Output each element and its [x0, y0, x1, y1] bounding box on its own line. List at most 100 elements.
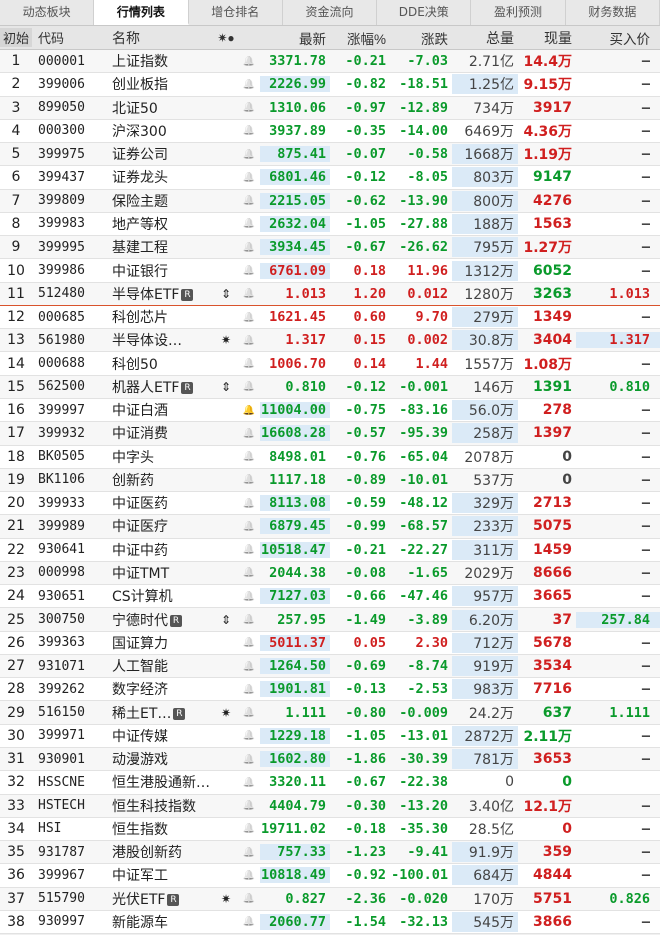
table-row[interactable]: 4 000300 沪深300 🔔 3937.89 -0.35 -14.00 6469万 4.36… [0, 119, 660, 144]
table-row[interactable]: 19 BK1106 创新药 🔔 1117.18 -0.89 -10.01 537万 0 — [0, 468, 660, 493]
table-row[interactable]: 2 399006 创业板指 🔔 2226.99 -0.82 -18.51 1.25亿 9.15万… [0, 73, 660, 97]
table-row[interactable]: 32 HSSCNE 恒生港股通新… 🔔 3320.11 -0.67 -22.38 0 0 [0, 771, 660, 795]
bell-icon[interactable]: 🔔 [238, 474, 260, 485]
header-name[interactable]: 名称 [110, 28, 214, 48]
bell-icon[interactable]: 🔔 [238, 265, 260, 276]
bell-icon[interactable]: 🔔 [238, 195, 260, 206]
bell-icon[interactable]: 🔔 [238, 172, 260, 183]
table-row[interactable]: 36 399967 中证军工 🔔 10818.49 -0.92 -100.01 684万 484… [0, 864, 660, 888]
stock-name: 中证医疗 [110, 516, 214, 536]
bell-icon[interactable]: 🔔 [238, 707, 260, 718]
tab-2[interactable]: 行情列表 [94, 0, 189, 25]
bell-icon[interactable]: 🔔 [238, 661, 260, 672]
bell-icon[interactable]: 🔔 [238, 777, 260, 788]
bell-icon[interactable]: 🔔 [238, 893, 260, 904]
bell-icon[interactable]: 🔔 [238, 823, 260, 834]
table-row[interactable]: 23 000998 中证TMT 🔔 2044.38 -0.08 -1.65 2029万 8666… [0, 561, 660, 586]
bell-icon[interactable]: 🔔 [238, 498, 260, 509]
mark-icon[interactable]: ✷ [214, 892, 238, 906]
bell-icon[interactable]: 🔔 [238, 544, 260, 555]
header-bid[interactable]: 买入价 [576, 28, 660, 48]
bell-icon[interactable]: 🔔 [238, 847, 260, 858]
bell-icon[interactable]: 🔔 [238, 684, 260, 695]
bell-icon[interactable]: 🔔 [238, 916, 260, 927]
table-row[interactable]: 34 HSI 恒生指数 🔔 19711.02 -0.18 -35.30 28.5亿 0 — [0, 817, 660, 842]
bell-icon[interactable]: 🔔 [238, 242, 260, 253]
table-row[interactable]: 8 399983 地产等权 🔔 2632.04 -1.05 -27.88 188万 1563 — [0, 212, 660, 237]
header-change[interactable]: 涨跌 [390, 28, 452, 48]
bell-icon[interactable]: 🔔 [238, 567, 260, 578]
table-row[interactable]: 22 930641 中证中药 🔔 10518.47 -0.21 -22.27 311万 1459… [0, 538, 660, 562]
table-row[interactable]: 27 931071 人工智能 🔔 1264.50 -0.69 -8.74 919万 3534 — [0, 654, 660, 679]
tab-4[interactable]: 资金流向 [283, 0, 378, 25]
bell-icon[interactable]: 🔔 [238, 591, 260, 602]
bell-icon[interactable]: 🔔 [238, 451, 260, 462]
bell-icon[interactable]: 🔔 [238, 521, 260, 532]
bell-icon[interactable]: 🔔 [238, 79, 260, 90]
bell-icon[interactable]: 🔔 [238, 754, 260, 765]
bell-icon[interactable]: 🔔 [238, 102, 260, 113]
tab-1[interactable]: 动态板块 [0, 0, 95, 25]
table-row[interactable]: 1 000001 上证指数 🔔 3371.78 -0.21 -7.03 2.71亿 14.4万 — [0, 50, 660, 74]
table-row[interactable]: 13 561980 半导体设… ✷ 🔔 1.317 0.15 0.002 30.8万 3404 1.… [0, 329, 660, 353]
mark-icon[interactable]: ✷ [214, 333, 238, 347]
table-row[interactable]: 17 399932 中证消费 🔔 16608.28 -0.57 -95.39 258万 1397… [0, 422, 660, 446]
table-row[interactable]: 31 930901 动漫游戏 🔔 1602.80 -1.86 -30.39 781万 3653 — [0, 747, 660, 772]
table-row[interactable]: 35 931787 港股创新药 🔔 757.33 -1.23 -9.41 91.9万 359 — [0, 841, 660, 865]
header-latest[interactable]: 最新 [260, 28, 330, 48]
table-row[interactable]: 37 515790 光伏ETF R ✷ 🔔 0.827 -2.36 -0.020 170万 5751… [0, 887, 660, 911]
bell-icon[interactable]: 🔔 [238, 405, 260, 416]
bell-icon[interactable]: 🔔 [238, 637, 260, 648]
table-row[interactable]: 15 562500 机器人ETF R ⇕ 🔔 0.810 -0.12 -0.001 146万 139… [0, 375, 660, 399]
bell-icon[interactable]: 🔔 [238, 335, 260, 346]
table-row[interactable]: 25 300750 宁德时代 R ⇕ 🔔 257.95 -1.49 -3.89 6.20万 37 25… [0, 608, 660, 632]
header-current-volume[interactable]: 现量 [518, 28, 576, 48]
table-row[interactable]: 20 399933 中证医药 🔔 8113.08 -0.59 -48.12 329万 2713 — [0, 492, 660, 516]
table-row[interactable]: 38 930997 新能源车 🔔 2060.77 -1.54 -32.13 545万 3866 — [0, 910, 660, 935]
bell-icon[interactable]: 🔔 [238, 149, 260, 160]
table-row[interactable]: 5 399975 证券公司 🔔 875.41 -0.07 -0.58 1668万 1.19万 — [0, 143, 660, 167]
bell-icon[interactable]: 🔔 [238, 312, 260, 323]
bell-icon[interactable]: 🔔 [238, 730, 260, 741]
table-row[interactable]: 30 399971 中证传媒 🔔 1229.18 -1.05 -13.01 2872万 2.11… [0, 724, 660, 748]
table-row[interactable]: 24 930651 CS计算机 🔔 7127.03 -0.66 -47.46 957万 3665… [0, 585, 660, 609]
bell-icon[interactable]: 🔔 [238, 56, 260, 67]
tab-6[interactable]: 盈利预测 [471, 0, 566, 25]
bell-icon[interactable]: 🔔 [238, 288, 260, 299]
table-row[interactable]: 14 000688 科创50 🔔 1006.70 0.14 1.44 1557万 1.08万 — [0, 352, 660, 376]
table-row[interactable]: 29 516150 稀土ET… R ✷ 🔔 1.111 -0.80 -0.009 24.2万 637… [0, 701, 660, 725]
table-row[interactable]: 26 399363 国证算力 🔔 5011.37 0.05 2.30 712万 5678 — [0, 631, 660, 655]
tab-3[interactable]: 增仓排名 [189, 0, 283, 25]
table-row[interactable]: 7 399809 保险主题 🔔 2215.05 -0.62 -13.90 800万 4276 — [0, 189, 660, 213]
bell-icon[interactable]: 🔔 [238, 428, 260, 439]
tab-7[interactable]: 财务数据 [566, 0, 660, 25]
table-row[interactable]: 10 399986 中证银行 🔔 6761.09 0.18 11.96 1312万 6052 — [0, 259, 660, 283]
table-row[interactable]: 16 399997 中证白酒 🔔 11004.00 -0.75 -83.16 56.0万 278… [0, 398, 660, 423]
mark-icon[interactable]: ⇕ [214, 380, 238, 394]
mark-icon[interactable]: ⇕ [214, 613, 238, 627]
header-mark[interactable]: ✷● [214, 31, 238, 45]
bell-icon[interactable]: 🔔 [238, 125, 260, 136]
bell-icon[interactable]: 🔔 [238, 218, 260, 229]
table-row[interactable]: 28 399262 数字经济 🔔 1901.81 -0.13 -2.53 983万 7716 — [0, 678, 660, 702]
table-row[interactable]: 33 HSTECH 恒生科技指数 🔔 4404.79 -0.30 -13.20 3.40亿 12… [0, 794, 660, 818]
bell-icon[interactable]: 🔔 [238, 614, 260, 625]
bell-icon[interactable]: 🔔 [238, 800, 260, 811]
mark-icon[interactable]: ✷ [214, 706, 238, 720]
header-index[interactable]: 初始 [0, 28, 32, 47]
header-volume[interactable]: 总量 [452, 28, 518, 48]
table-row[interactable]: 11 512480 半导体ETF R ⇕ 🔔 1.013 1.20 0.012 1280万 3263… [0, 282, 660, 306]
table-row[interactable]: 12 000685 科创芯片 🔔 1621.45 0.60 9.70 279万 1349 — [0, 305, 660, 330]
bell-icon[interactable]: 🔔 [238, 358, 260, 369]
bell-icon[interactable]: 🔔 [238, 870, 260, 881]
mark-icon[interactable]: ⇕ [214, 287, 238, 301]
tab-5[interactable]: DDE决策 [377, 0, 472, 25]
table-row[interactable]: 21 399989 中证医疗 🔔 6879.45 -0.99 -68.57 233万 5075 — [0, 515, 660, 539]
bell-icon[interactable]: 🔔 [238, 381, 260, 392]
table-row[interactable]: 18 BK0505 中字头 🔔 8498.01 -0.76 -65.04 2078万 0 — [0, 445, 660, 469]
table-row[interactable]: 6 399437 证券龙头 🔔 6801.46 -0.12 -8.05 803万 9147 — [0, 166, 660, 190]
table-row[interactable]: 3 899050 北证50 🔔 1310.06 -0.97 -12.89 734万 3917 — [0, 96, 660, 120]
table-row[interactable]: 9 399995 基建工程 🔔 3934.45 -0.67 -26.62 795万 1.27万 — [0, 236, 660, 260]
header-pct[interactable]: 涨幅% [330, 28, 390, 48]
header-code[interactable]: 代码 [32, 28, 110, 47]
